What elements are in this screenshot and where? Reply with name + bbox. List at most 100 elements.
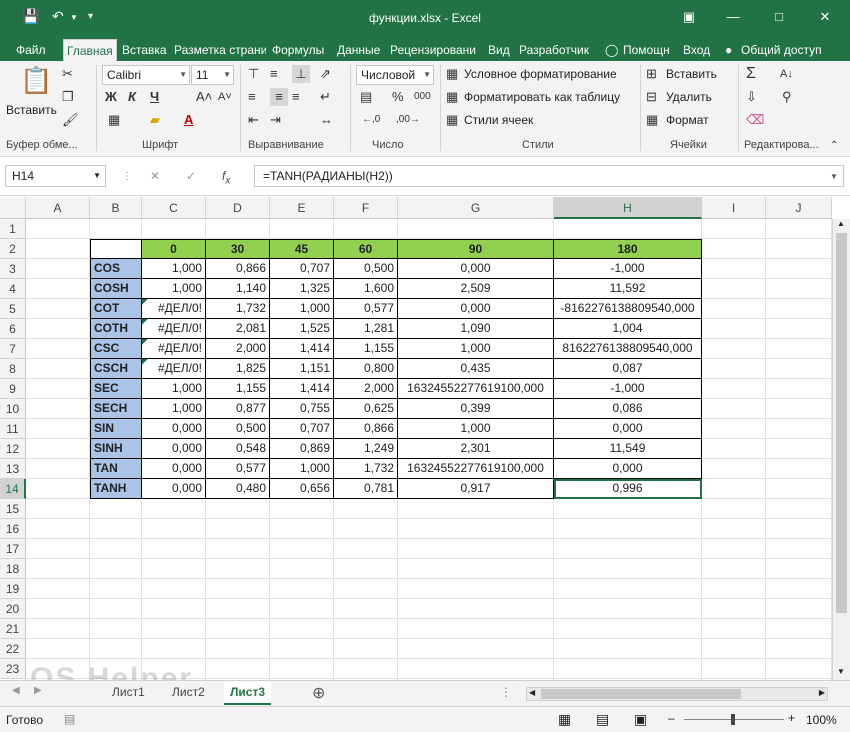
expand-formula-icon[interactable]: ▼ xyxy=(830,172,838,181)
tab-home[interactable]: Главная xyxy=(63,39,117,62)
tab-file[interactable]: Файл xyxy=(13,39,49,62)
enter-icon[interactable]: ✓ xyxy=(186,169,196,183)
bold-button[interactable]: Ж xyxy=(105,88,117,106)
page-break-view-icon[interactable]: ▣ xyxy=(634,711,647,728)
select-all-corner[interactable] xyxy=(0,197,26,219)
zoom-level[interactable]: 100% xyxy=(806,713,837,727)
row-header-17[interactable]: 17 xyxy=(0,539,26,559)
table-cell[interactable]: 1,004 xyxy=(554,319,702,339)
table-cell[interactable]: 1,249 xyxy=(334,439,398,459)
row-header-1[interactable]: 1 xyxy=(0,219,26,239)
table-cell[interactable]: COS xyxy=(90,259,142,279)
table-cell[interactable]: 1,525 xyxy=(270,319,334,339)
row-header-4[interactable]: 4 xyxy=(0,279,26,299)
row-header-6[interactable]: 6 xyxy=(0,319,26,339)
table-cell[interactable]: 1,000 xyxy=(270,299,334,319)
percent-icon[interactable]: % xyxy=(392,88,404,106)
table-cell[interactable]: #ДЕЛ/0! xyxy=(142,359,206,379)
table-header-cell[interactable]: 90 xyxy=(398,239,554,259)
tab-view[interactable]: Вид xyxy=(485,39,513,62)
italic-button[interactable]: К xyxy=(128,88,136,106)
row-header-5[interactable]: 5 xyxy=(0,299,26,319)
column-header-g[interactable]: G xyxy=(398,197,554,219)
zoom-slider-thumb[interactable] xyxy=(731,714,735,725)
underline-button[interactable]: Ч xyxy=(150,88,159,106)
fill-icon[interactable]: ⇩ xyxy=(746,88,757,106)
table-cell[interactable]: 0,548 xyxy=(206,439,270,459)
table-cell[interactable]: 0,000 xyxy=(142,459,206,479)
table-cell[interactable]: CSC xyxy=(90,339,142,359)
table-cell[interactable]: 0,577 xyxy=(206,459,270,479)
table-cell[interactable]: 1,155 xyxy=(334,339,398,359)
splitter-icon[interactable]: ⋮ xyxy=(500,685,512,699)
increase-font-icon[interactable]: A˄ xyxy=(196,88,212,106)
table-cell[interactable]: 0,800 xyxy=(334,359,398,379)
decrease-decimal-icon[interactable]: ,00→ xyxy=(396,111,420,129)
table-cell[interactable]: TAN xyxy=(90,459,142,479)
zoom-out-icon[interactable]: – xyxy=(668,711,675,725)
row-header-23[interactable]: 23 xyxy=(0,659,26,679)
table-cell[interactable]: 1,000 xyxy=(398,419,554,439)
table-cell[interactable]: CSCH xyxy=(90,359,142,379)
font-color-icon[interactable]: A xyxy=(184,111,193,129)
table-cell[interactable]: COSH xyxy=(90,279,142,299)
table-cell[interactable]: 2,301 xyxy=(398,439,554,459)
table-cell[interactable]: 2,000 xyxy=(334,379,398,399)
normal-view-icon[interactable]: ▦ xyxy=(558,711,571,728)
tell-me-box[interactable]: Помощн xyxy=(620,39,673,62)
sheet-tab-2[interactable]: Лист2 xyxy=(166,681,211,705)
table-cell[interactable]: 0,707 xyxy=(270,259,334,279)
share-button[interactable]: Общий доступ xyxy=(738,39,825,62)
collapse-ribbon-icon[interactable]: ⌃ xyxy=(830,137,838,155)
accounting-format-icon[interactable]: ▤ xyxy=(360,88,372,106)
sort-filter-icon[interactable]: A↓ xyxy=(780,65,793,83)
column-header-f[interactable]: F xyxy=(334,197,398,219)
zoom-in-icon[interactable]: + xyxy=(788,711,795,725)
name-box[interactable]: H14 ▼ xyxy=(5,165,106,187)
table-cell[interactable]: -1,000 xyxy=(554,259,702,279)
scroll-right-icon[interactable]: ▶ xyxy=(819,688,825,697)
fill-color-icon[interactable]: ▰ xyxy=(150,111,160,129)
next-sheet-icon[interactable]: ▶ xyxy=(34,685,42,696)
row-header-12[interactable]: 12 xyxy=(0,439,26,459)
sheet-tab-3[interactable]: Лист3 xyxy=(224,681,272,705)
scroll-down-icon[interactable]: ▼ xyxy=(837,667,845,676)
table-cell[interactable]: 0,435 xyxy=(398,359,554,379)
sign-in-link[interactable]: Вход xyxy=(680,39,713,62)
table-cell[interactable]: 0,866 xyxy=(334,419,398,439)
column-header-i[interactable]: I xyxy=(702,197,766,219)
table-cell[interactable]: 0,755 xyxy=(270,399,334,419)
paste-button[interactable]: Вставить xyxy=(6,101,57,119)
macro-record-icon[interactable]: ▤ xyxy=(64,712,75,726)
table-cell[interactable]: 8162276138809540,000 xyxy=(554,339,702,359)
table-header-cell[interactable]: 0 xyxy=(142,239,206,259)
row-header-3[interactable]: 3 xyxy=(0,259,26,279)
align-bottom-icon[interactable]: ⊥ xyxy=(292,65,310,83)
table-cell[interactable]: 1,281 xyxy=(334,319,398,339)
align-right-icon[interactable]: ≡ xyxy=(292,88,300,106)
table-cell[interactable]: SEC xyxy=(90,379,142,399)
align-left-icon[interactable]: ≡ xyxy=(248,88,256,106)
table-cell[interactable]: 0,781 xyxy=(334,479,398,499)
table-cell[interactable]: COTH xyxy=(90,319,142,339)
worksheet-grid[interactable]: ▲ ▼ A B C D E F G H I J 1 2 3 4 5 6 7 8 9 10 11 12 13 14 15 16 17 1… xyxy=(0,197,850,680)
cell-styles-button[interactable]: Стили ячеек xyxy=(464,111,533,129)
cancel-icon[interactable]: ✕ xyxy=(150,169,160,183)
table-cell[interactable]: 2,000 xyxy=(206,339,270,359)
row-header-7[interactable]: 7 xyxy=(0,339,26,359)
table-cell[interactable]: 0,399 xyxy=(398,399,554,419)
table-cell[interactable]: 1,000 xyxy=(142,259,206,279)
row-header-14[interactable]: 14 xyxy=(0,479,26,499)
table-cell[interactable]: 16324552277619100,000 xyxy=(398,379,554,399)
insert-cells-button[interactable]: Вставить xyxy=(666,65,717,83)
prev-sheet-icon[interactable]: ◀ xyxy=(12,685,20,696)
close-button[interactable]: ✕ xyxy=(810,6,840,28)
table-cell[interactable]: 1,414 xyxy=(270,379,334,399)
scroll-left-icon[interactable]: ◀ xyxy=(529,688,535,697)
table-cell[interactable]: 1,825 xyxy=(206,359,270,379)
column-header-h[interactable]: H xyxy=(554,197,702,219)
table-cell[interactable]: 2,509 xyxy=(398,279,554,299)
table-cell[interactable]: 0,087 xyxy=(554,359,702,379)
table-cell[interactable]: 0,866 xyxy=(206,259,270,279)
new-sheet-icon[interactable]: ⊕ xyxy=(312,683,325,703)
